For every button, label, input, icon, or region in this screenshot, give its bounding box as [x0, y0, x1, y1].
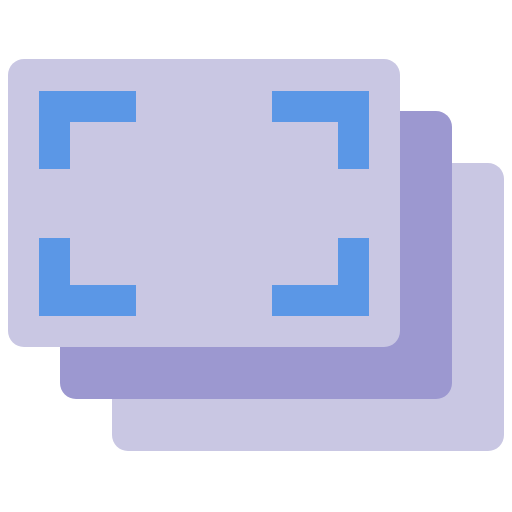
icon-canvas [0, 0, 512, 512]
image-gallery-fullscreen-icon [8, 59, 504, 451]
